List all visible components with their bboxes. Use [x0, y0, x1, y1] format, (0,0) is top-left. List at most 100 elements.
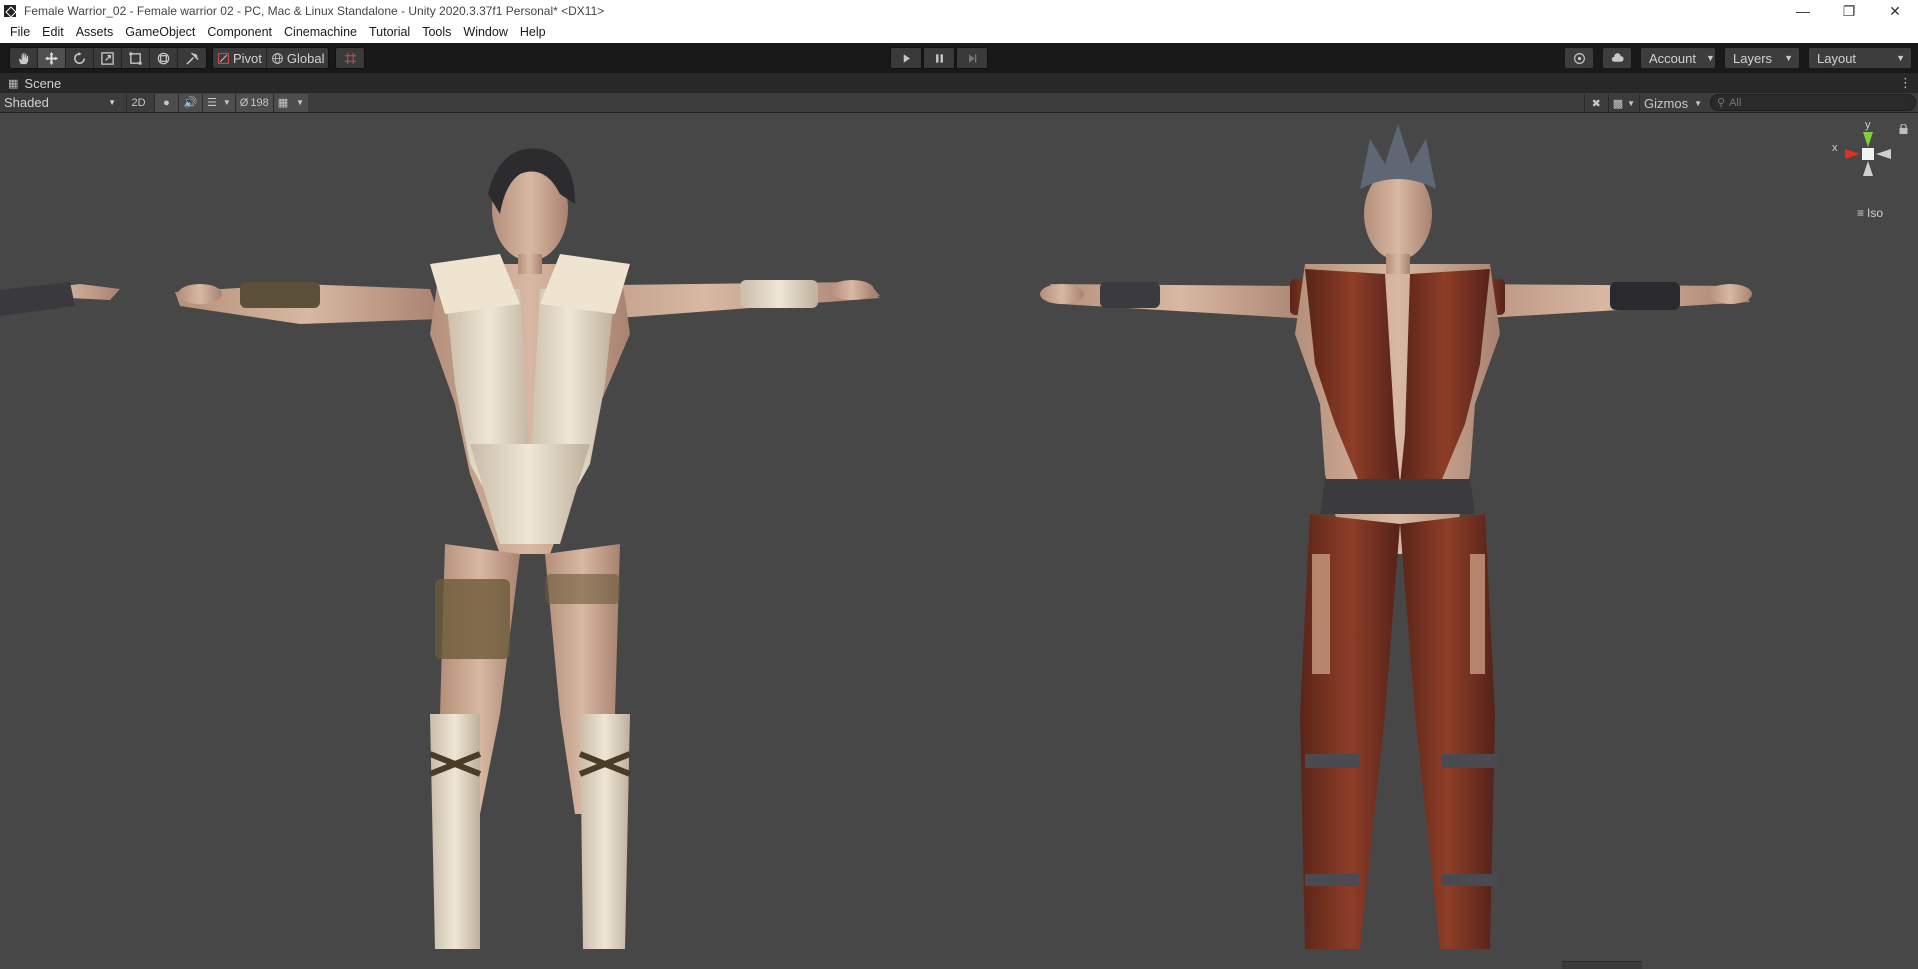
move-tool-button[interactable]	[38, 48, 66, 68]
step-button[interactable]	[956, 47, 988, 69]
chevron-down-icon: ▼	[296, 98, 305, 107]
close-icon[interactable]: ✕	[1872, 0, 1918, 22]
search-icon: ⚲	[1717, 97, 1726, 109]
tab-menu-icon[interactable]: ⋮	[1899, 73, 1912, 93]
toolbar-right: Account ▼ Layers ▼ Layout ▼	[1564, 47, 1912, 69]
chevron-down-icon: ▼	[1694, 98, 1702, 108]
gizmo-neg-y-axis[interactable]	[1863, 161, 1873, 176]
menu-bar: File Edit Assets GameObject Component Ci…	[0, 22, 1918, 43]
scene-tab-bar: ▦ Scene ⋮	[0, 73, 1918, 93]
pivot-icon	[218, 52, 229, 64]
pause-icon	[935, 53, 943, 63]
grid-icon: ▦	[277, 97, 289, 109]
layers-dropdown[interactable]: Layers ▼	[1724, 47, 1800, 69]
grid-snap-button[interactable]	[336, 48, 364, 68]
collab-button[interactable]	[1564, 47, 1594, 69]
rotate-icon	[74, 51, 85, 64]
effects-icon: ☰	[207, 97, 217, 109]
speaker-icon: 🔊	[183, 97, 198, 109]
title-bar: Female Warrior_02 - Female warrior 02 - …	[0, 0, 1918, 22]
layout-label: Layout	[1817, 50, 1857, 66]
hidden-eye-icon: Ø	[239, 96, 249, 109]
hidden-count: 198	[250, 96, 269, 109]
gizmo-y-label: y	[1865, 119, 1871, 131]
scene-search-input[interactable]: ⚲ All	[1710, 94, 1916, 111]
transform-icon	[157, 52, 170, 64]
transform-tools	[9, 47, 207, 69]
tab-scene[interactable]: ▦ Scene	[0, 73, 70, 93]
2d-toggle[interactable]: 2D	[126, 93, 150, 112]
chevron-down-icon: ▼	[1627, 98, 1636, 108]
leather-warrior-model	[1040, 124, 1752, 949]
menu-help[interactable]: Help	[514, 22, 552, 43]
play-icon	[903, 53, 910, 63]
step-icon	[968, 53, 976, 63]
global-toggle[interactable]: Global	[267, 48, 329, 68]
layout-dropdown[interactable]: Layout ▼	[1808, 47, 1912, 69]
custom-tool-button[interactable]	[178, 48, 206, 68]
scene-viewport[interactable]: y x ≡ Iso	[0, 114, 1918, 969]
lighting-toggle[interactable]: ●	[154, 93, 178, 112]
scale-tool-button[interactable]	[94, 48, 122, 68]
rotate-tool-button[interactable]	[66, 48, 94, 68]
scene-tools-right: ✖ ▩ ▼ Gizmos ▼	[1583, 93, 1706, 113]
gizmo-y-axis[interactable]	[1863, 132, 1873, 147]
projection-label: Iso	[1866, 206, 1883, 220]
menu-edit[interactable]: Edit	[36, 22, 70, 43]
menu-assets[interactable]: Assets	[70, 22, 120, 43]
menu-gameobject[interactable]: GameObject	[119, 22, 201, 43]
shading-mode-dropdown[interactable]: Shaded ▼	[0, 94, 120, 112]
rect-tool-button[interactable]	[122, 48, 150, 68]
scene-models	[0, 124, 1752, 949]
play-button[interactable]	[890, 47, 922, 69]
custom-tool-icon	[185, 51, 199, 65]
snap-group	[335, 47, 366, 69]
grid-toggle[interactable]: ▦ ▼	[272, 93, 309, 112]
projection-toggle[interactable]: ≡ Iso	[1857, 206, 1883, 220]
minimize-icon[interactable]: —	[1780, 0, 1826, 22]
gizmo-neg-x-axis[interactable]	[1876, 149, 1891, 159]
menu-window[interactable]: Window	[457, 22, 513, 43]
global-label: Global	[286, 50, 325, 66]
move-icon	[44, 51, 59, 65]
cloud-button[interactable]	[1602, 47, 1632, 69]
scene-tab-label: Scene	[24, 75, 62, 91]
camera-settings-button[interactable]: ▩ ▼	[1607, 94, 1639, 112]
main-toolbar: Pivot Global Account ▼ Layers ▼ Layout ▼	[0, 43, 1918, 73]
gizmos-dropdown[interactable]: Gizmos ▼	[1639, 94, 1706, 112]
pivot-label: Pivot	[233, 50, 262, 66]
menu-tools[interactable]: Tools	[416, 22, 457, 43]
handle-position-group: Pivot Global	[212, 47, 330, 69]
scene-tools-button[interactable]: ✖	[1583, 94, 1608, 112]
rect-icon	[129, 51, 142, 65]
scene-grid-icon: ▦	[8, 77, 19, 90]
menu-tutorial[interactable]: Tutorial	[363, 22, 416, 43]
menu-file[interactable]: File	[4, 22, 36, 43]
pivot-toggle[interactable]: Pivot	[213, 48, 267, 68]
hand-tool-button[interactable]	[10, 48, 38, 68]
lock-icon[interactable]	[1899, 124, 1908, 134]
account-dropdown[interactable]: Account ▼	[1640, 47, 1716, 69]
hand-icon	[18, 52, 29, 64]
chevron-down-icon: ▼	[108, 98, 116, 107]
gizmo-x-label: x	[1832, 142, 1838, 154]
offscreen-arm	[0, 282, 120, 316]
transform-tool-button[interactable]	[150, 48, 178, 68]
grid-snap-icon	[344, 52, 357, 64]
menu-cinemachine[interactable]: Cinemachine	[278, 22, 363, 43]
window-controls: — ❐ ✕	[1780, 0, 1918, 22]
audio-toggle[interactable]: 🔊	[178, 93, 202, 112]
visibility-toggle[interactable]: Ø 198	[234, 93, 273, 112]
effects-toggle[interactable]: ☰ ▼	[202, 93, 235, 112]
chevron-down-icon: ▼	[1705, 53, 1715, 63]
scene-toolbar: Shaded ▼ 2D ● 🔊 ☰ ▼ Ø 198 ▦ ▼ ✖ ▩ ▼ Gizm…	[0, 93, 1918, 113]
camera-icon: ▩	[1612, 97, 1624, 110]
restore-icon[interactable]: ❐	[1826, 0, 1872, 22]
gizmo-x-axis[interactable]	[1845, 149, 1860, 159]
pause-button[interactable]	[923, 47, 955, 69]
white-warrior-model	[175, 148, 880, 949]
shading-mode-label: Shaded	[4, 95, 49, 110]
menu-component[interactable]: Component	[201, 22, 278, 43]
gizmo-center-cube[interactable]	[1862, 148, 1874, 160]
layers-label: Layers	[1733, 50, 1773, 66]
